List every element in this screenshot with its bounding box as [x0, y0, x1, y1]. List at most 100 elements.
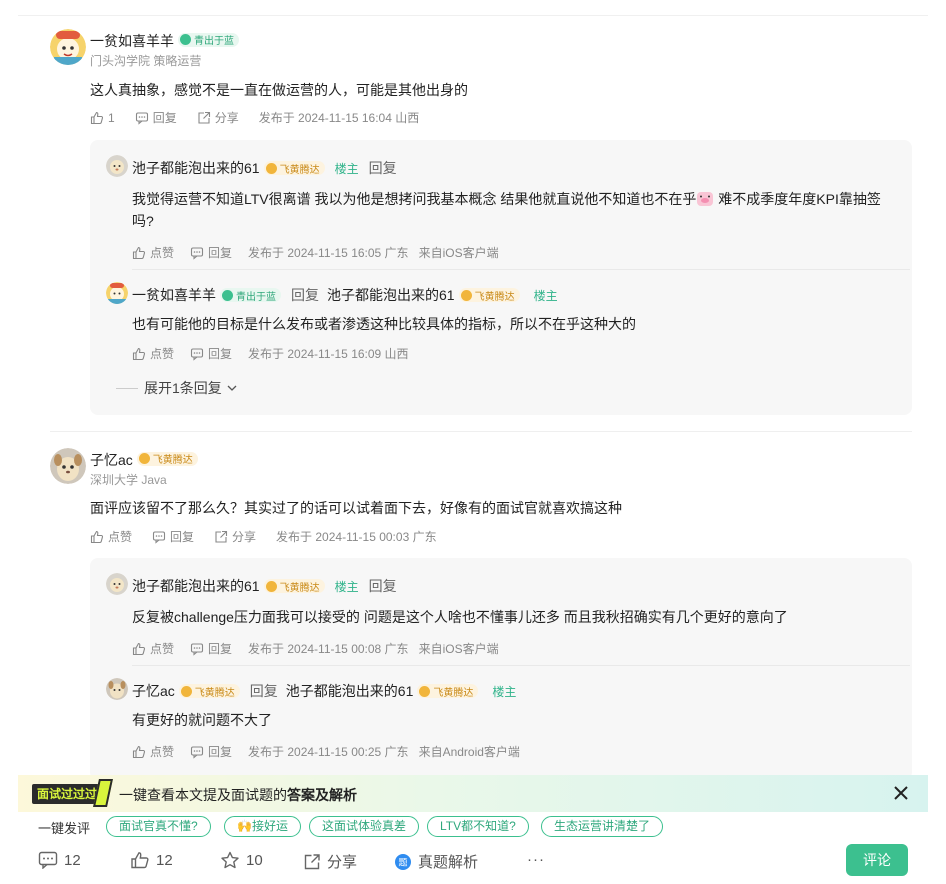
like-button[interactable]: 12 — [130, 851, 173, 869]
reply-label: 回复 — [208, 246, 233, 260]
more-button[interactable]: ··· — [527, 851, 545, 868]
banner-tag: 面试过过过 — [32, 784, 103, 804]
avatar[interactable] — [106, 155, 128, 177]
quick-chip[interactable]: 这面试体验真差 — [309, 816, 420, 837]
comment-button[interactable]: 评论 — [846, 844, 908, 876]
reply-divider — [132, 269, 910, 270]
comment-text: 面评应该留不了那么久？其实过了的话可以试着面下去，好像有的面试官就喜欢搞这种 — [90, 500, 622, 516]
reply-actions: 点赞 回复 发布于 2024-11-15 00:08 广东 来自iOS客户端 — [132, 640, 499, 657]
avatar[interactable] — [106, 573, 128, 595]
favorite-count: 10 — [246, 851, 263, 869]
banner-text[interactable]: 一键查看本文提及面试题的答案及解析 — [119, 785, 357, 805]
level-badge: 飞黄腾达 — [263, 161, 325, 176]
like-label: 点赞 — [108, 530, 133, 544]
chat-icon — [190, 347, 204, 361]
quick-chip[interactable]: 面试官真不懂? — [106, 816, 211, 837]
username[interactable]: 子忆ac 飞黄腾达 — [90, 450, 198, 470]
share-button[interactable]: 分享 — [303, 851, 357, 872]
avatar[interactable] — [106, 678, 128, 700]
username[interactable]: 一贫如喜羊羊 青出于蓝 — [90, 31, 239, 51]
badge-icon — [138, 453, 150, 464]
quick-chip[interactable]: LTV都不知道? — [427, 816, 529, 837]
reply-word[interactable]: 回复 — [369, 576, 397, 596]
reply-button[interactable]: 回复 — [152, 528, 194, 545]
like-button[interactable]: 点赞 — [132, 345, 174, 362]
reply-word[interactable]: 回复 — [291, 285, 319, 305]
reply-button[interactable]: 回复 — [190, 640, 232, 657]
avatar[interactable] — [106, 282, 128, 304]
quick-comment-label: 一键发评 — [38, 821, 91, 836]
reply-text-part: 难不成季度年度KPI靠抽签 — [714, 191, 881, 207]
badge-icon — [222, 289, 233, 301]
reply-user-row: 池子都能泡出来的61 飞黄腾达 楼主 回复 — [132, 576, 397, 596]
avatar[interactable] — [50, 29, 86, 65]
share-button[interactable]: 分享 — [214, 528, 256, 545]
username-text[interactable]: 子忆ac — [132, 681, 175, 701]
reply-text: 也有可能他的目标是什么发布或者渗透这种比较具体的指标，所以不在乎这种大的 — [132, 316, 636, 332]
reply-target-user[interactable]: 池子都能泡出来的61 — [286, 681, 414, 701]
badge-label: 飞黄腾达 — [152, 455, 193, 466]
thumbs-up-icon — [132, 347, 146, 360]
share-button[interactable]: 分享 — [197, 109, 239, 126]
user-subtitle: 深圳大学 Java — [90, 473, 167, 487]
reply-button[interactable]: 回复 — [135, 109, 177, 126]
owner-tag: 楼主 — [533, 288, 558, 303]
reply-label: 回复 — [208, 745, 233, 759]
publish-meta: 发布于 2024-11-15 00:25 广东 — [248, 745, 409, 759]
level-badge: 青出于蓝 — [220, 288, 281, 303]
thumbs-up-icon — [132, 642, 146, 655]
username-text[interactable]: 一贫如喜羊羊 — [90, 33, 174, 49]
level-badge: 飞黄腾达 — [263, 579, 325, 594]
reply-target-user[interactable]: 池子都能泡出来的61 — [327, 285, 455, 305]
badge-icon — [265, 162, 277, 174]
like-button[interactable]: 点赞 — [132, 743, 174, 760]
reply-actions: 点赞 回复 发布于 2024-11-15 16:09 山西 — [132, 345, 409, 362]
avatar[interactable] — [50, 448, 86, 484]
username-text[interactable]: 池子都能泡出来的61 — [132, 158, 260, 178]
chevron-down-icon — [227, 385, 237, 391]
badge-label: 飞黄腾达 — [279, 582, 320, 594]
like-button[interactable]: 1 — [90, 111, 115, 125]
publish-meta: 发布于 2024-11-15 00:03 广东 — [276, 530, 437, 544]
reply-word[interactable]: 回复 — [369, 158, 397, 178]
analysis-button[interactable]: 题真题解析 — [394, 851, 478, 872]
favorite-button[interactable]: 10 — [220, 851, 263, 869]
badge-label: 青出于蓝 — [236, 291, 276, 303]
username-text[interactable]: 子忆ac — [90, 452, 133, 468]
like-label: 点赞 — [150, 642, 175, 656]
share-icon — [215, 530, 228, 543]
reply-user-row: 子忆ac 飞黄腾达 回复 池子都能泡出来的61 飞黄腾达 楼主 — [132, 681, 516, 701]
comment-actions: 点赞 回复 分享 发布于 2024-11-15 00:03 广东 — [90, 528, 437, 545]
chat-icon — [38, 851, 58, 869]
level-badge: 飞黄腾达 — [458, 288, 520, 303]
comments-count-button[interactable]: 12 — [38, 851, 81, 869]
username-text[interactable]: 一贫如喜羊羊 — [132, 285, 216, 305]
close-icon[interactable] — [892, 784, 910, 802]
like-button[interactable]: 点赞 — [90, 528, 132, 545]
reply-user-row: 一贫如喜羊羊 青出于蓝 回复 池子都能泡出来的61 飞黄腾达 楼主 — [132, 285, 558, 305]
badge-label: 飞黄腾达 — [474, 291, 515, 303]
username-text[interactable]: 池子都能泡出来的61 — [132, 576, 260, 596]
expand-line — [116, 387, 138, 389]
reply-button[interactable]: 回复 — [190, 244, 232, 261]
thumbs-up-icon — [131, 852, 149, 869]
like-button[interactable]: 点赞 — [132, 244, 174, 261]
expand-replies-button[interactable]: 展开1条回复 — [116, 378, 239, 398]
reply-button[interactable]: 回复 — [190, 743, 232, 760]
reply-word[interactable]: 回复 — [250, 681, 278, 701]
level-badge: 飞黄腾达 — [178, 684, 240, 699]
interview-answer-banner[interactable]: 面试过过过 一键查看本文提及面试题的答案及解析 — [18, 775, 928, 812]
reply-text: 我觉得运营不知道LTV很离谱 我以为他是想拷问我基本概念 结果他就直说他不知道也… — [132, 188, 892, 232]
badge-icon — [419, 685, 431, 697]
quick-chip[interactable]: 🙌接好运 — [224, 816, 301, 837]
reply-box: 池子都能泡出来的61 飞黄腾达 楼主 回复 反复被challenge压力面我可以接受的… — [90, 558, 912, 780]
like-count: 1 — [108, 110, 115, 125]
reply-label: 回复 — [208, 347, 233, 361]
share-icon — [198, 111, 210, 124]
badge-icon — [265, 580, 277, 592]
reply-button[interactable]: 回复 — [190, 345, 232, 362]
like-button[interactable]: 点赞 — [132, 640, 174, 657]
quick-chip[interactable]: 生态运营讲清楚了 — [541, 816, 664, 837]
share-label: 分享 — [327, 854, 358, 871]
badge-label: 飞黄腾达 — [433, 687, 474, 699]
